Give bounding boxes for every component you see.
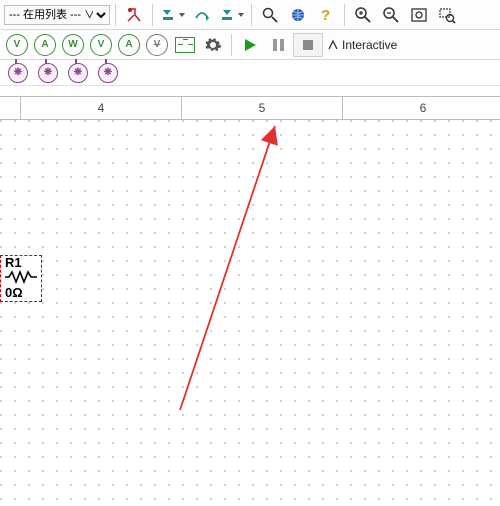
break-icon[interactable] bbox=[121, 4, 147, 26]
probe-icon[interactable]: ❋ bbox=[95, 62, 121, 84]
main-toolbar: --- 在用列表 --- ∨ ? bbox=[0, 0, 500, 30]
step-out-icon[interactable] bbox=[217, 4, 246, 26]
step-in-icon[interactable] bbox=[158, 4, 187, 26]
component-value: 0Ω bbox=[5, 286, 37, 299]
step-over-icon[interactable] bbox=[189, 4, 215, 26]
resistor-symbol-icon bbox=[5, 270, 37, 284]
resistor-component[interactable]: R1 0Ω bbox=[0, 255, 42, 302]
add-voltmeter-icon[interactable]: V bbox=[88, 34, 114, 56]
wattmeter-icon[interactable]: W bbox=[60, 34, 86, 56]
zoom-selection-icon[interactable] bbox=[434, 4, 460, 26]
globe-icon[interactable] bbox=[285, 4, 311, 26]
horizontal-ruler: 4 5 6 bbox=[0, 96, 500, 120]
disable-voltmeter-icon[interactable]: V bbox=[144, 34, 170, 56]
pulse-icon[interactable] bbox=[172, 34, 198, 56]
schematic-canvas[interactable]: R1 0Ω bbox=[0, 120, 500, 506]
ruler-segment: 4 bbox=[21, 97, 182, 119]
probe-icon[interactable]: ❋ bbox=[65, 62, 91, 84]
ammeter-icon[interactable]: A bbox=[32, 34, 58, 56]
zoom-fit-icon[interactable] bbox=[406, 4, 432, 26]
probe-icon[interactable]: ❋ bbox=[5, 62, 31, 84]
settings-icon[interactable] bbox=[200, 34, 226, 56]
annotation-arrow-icon bbox=[0, 120, 500, 506]
simulation-toolbar: V A W V A V Interactive bbox=[0, 30, 500, 60]
ruler-segment: 5 bbox=[182, 97, 343, 119]
component-ref: R1 bbox=[5, 256, 37, 269]
stop-button[interactable] bbox=[293, 33, 323, 57]
pause-button[interactable] bbox=[265, 34, 291, 56]
run-button[interactable] bbox=[237, 34, 263, 56]
probe-icon[interactable]: ❋ bbox=[35, 62, 61, 84]
inuse-list-dropdown[interactable]: --- 在用列表 --- ∨ bbox=[4, 5, 110, 25]
zoom-in-icon[interactable] bbox=[350, 4, 376, 26]
refresh-ammeter-icon[interactable]: A bbox=[116, 34, 142, 56]
svg-text:?: ? bbox=[321, 7, 330, 24]
ruler-segment: 6 bbox=[343, 97, 500, 119]
help-icon[interactable]: ? bbox=[313, 4, 339, 26]
find-icon[interactable] bbox=[257, 4, 283, 26]
probe-row: ❋ ❋ ❋ ❋ bbox=[0, 60, 500, 86]
zoom-out-icon[interactable] bbox=[378, 4, 404, 26]
sim-mode-label: Interactive bbox=[325, 34, 403, 56]
voltmeter-icon[interactable]: V bbox=[4, 34, 30, 56]
